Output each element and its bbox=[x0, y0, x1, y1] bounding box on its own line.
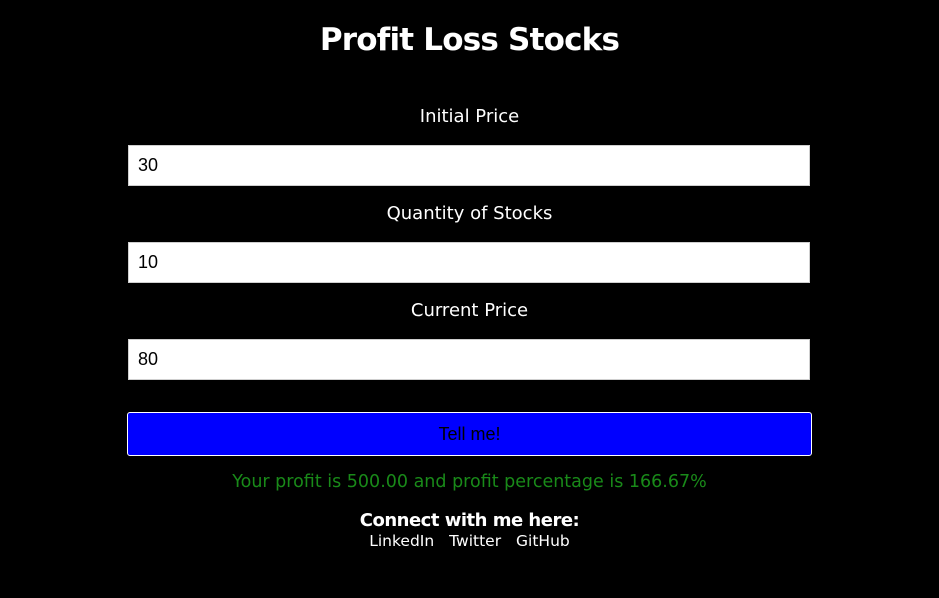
social-links: LinkedIn Twitter GitHub bbox=[0, 531, 939, 551]
current-price-label: Current Price bbox=[410, 300, 529, 321]
twitter-link[interactable]: Twitter bbox=[449, 532, 501, 550]
result-message: Your profit is 500.00 and profit percent… bbox=[232, 472, 707, 492]
linkedin-link[interactable]: LinkedIn bbox=[369, 532, 434, 550]
quantity-input[interactable] bbox=[128, 242, 810, 283]
connect-heading: Connect with me here: bbox=[359, 510, 580, 531]
initial-price-label: Initial Price bbox=[419, 106, 520, 127]
github-link[interactable]: GitHub bbox=[516, 532, 570, 550]
tell-me-button[interactable]: Tell me! bbox=[127, 412, 812, 456]
page-title: Profit Loss Stocks bbox=[319, 22, 620, 58]
current-price-input[interactable] bbox=[128, 339, 810, 380]
page: Profit Loss Stocks Initial Price Quantit… bbox=[0, 0, 939, 598]
initial-price-input[interactable] bbox=[128, 145, 810, 186]
quantity-label: Quantity of Stocks bbox=[386, 203, 553, 224]
